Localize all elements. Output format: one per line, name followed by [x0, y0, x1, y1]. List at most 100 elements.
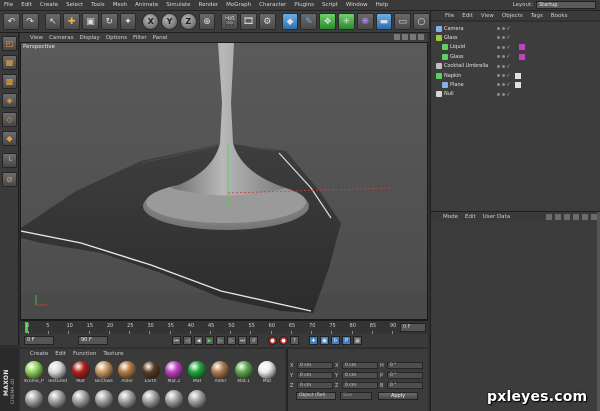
visibility-dot-icon[interactable] [502, 45, 505, 49]
live-selection-icon[interactable]: ↖ [44, 13, 62, 30]
move-view-icon[interactable] [394, 34, 400, 40]
menu-edit[interactable]: Edit [17, 2, 36, 8]
size-mode-select[interactable]: Size [340, 392, 372, 400]
material-swatch[interactable]: Krome_P [23, 360, 45, 385]
rotate-view-icon[interactable] [410, 34, 416, 40]
object-row[interactable]: Camera ✓ [431, 24, 600, 33]
object-row[interactable]: Null ✓ [431, 90, 600, 99]
visibility-dot-icon[interactable] [497, 64, 500, 68]
texture-tag-icon[interactable] [515, 72, 521, 79]
tweak-mode-icon[interactable]: ⊘ [2, 172, 17, 187]
point-level-icon[interactable]: ▦ [353, 336, 362, 345]
position-y-field[interactable]: 0 cm [297, 372, 333, 379]
x-axis-button[interactable]: X [142, 13, 160, 30]
go-to-start-button[interactable]: ⏮ [172, 336, 181, 345]
keyframe-selection-button[interactable]: ? [290, 336, 299, 345]
coordinate-mode-select[interactable]: Object (Rel) [296, 392, 336, 400]
visibility-dot-icon[interactable] [497, 92, 500, 96]
visibility-dot-icon[interactable] [502, 92, 505, 96]
autokey-button[interactable]: ● [279, 336, 288, 345]
use-model-mode-icon[interactable]: ◰ [2, 36, 17, 51]
recent-tool-icon[interactable]: ✦ [119, 13, 137, 30]
om-menu-objects[interactable]: Objects [502, 13, 523, 19]
menu-animate[interactable]: Animate [131, 2, 162, 8]
loop-button[interactable]: ↺ [249, 336, 258, 345]
enabled-check-icon[interactable]: ✓ [506, 81, 511, 88]
visibility-dot-icon[interactable] [502, 74, 505, 77]
viewport-menu-filter[interactable]: Filter [133, 35, 147, 41]
coordinate-system-icon[interactable]: ⊕ [198, 13, 216, 30]
material-tag-icon[interactable] [519, 44, 525, 51]
play-button[interactable]: ▶ [205, 336, 214, 345]
material-swatch[interactable]: Alder [116, 360, 138, 385]
light-icon[interactable]: ○ [413, 13, 430, 30]
visibility-dot-icon[interactable] [502, 36, 505, 40]
viewport[interactable]: Perspective [20, 42, 428, 320]
menu-mesh[interactable]: Mesh [109, 2, 131, 8]
enabled-check-icon[interactable]: ✓ [506, 25, 511, 32]
size-x-field[interactable]: 0 cm [342, 362, 378, 369]
menu-window[interactable]: Window [342, 2, 372, 8]
position-z-field[interactable]: 0 cm [297, 382, 333, 389]
search-icon[interactable] [573, 214, 579, 220]
material-swatch-partial[interactable] [163, 389, 185, 411]
object-row[interactable]: Plane ✓ [431, 80, 600, 89]
start-frame-field[interactable]: 0 F [24, 336, 54, 345]
visibility-dots[interactable] [497, 36, 505, 40]
deformer-icon[interactable]: ❋ [356, 13, 374, 30]
material-swatch-partial[interactable] [186, 389, 208, 411]
scale-icon[interactable]: ▣ [82, 13, 99, 30]
rotate-icon[interactable]: ↻ [100, 13, 118, 30]
enabled-check-icon[interactable]: ✓ [506, 53, 511, 60]
visibility-dot-icon[interactable] [497, 45, 500, 49]
enabled-check-icon[interactable]: ✓ [506, 34, 511, 41]
am-menu-mode[interactable]: Mode [443, 214, 458, 220]
menu-render[interactable]: Render [195, 2, 223, 8]
object-row[interactable]: Glass ✓ [431, 33, 600, 42]
apply-button[interactable]: Apply [378, 392, 418, 400]
rotation-key-icon[interactable]: ↻ [331, 336, 340, 345]
rotation-h-field[interactable]: 0 ° [387, 362, 423, 369]
visibility-dot-icon[interactable] [497, 55, 500, 59]
timeline[interactable]: 0 5 10 15 20 25 30 35 40 45 50 55 60 65 70 75 80 85 90 0 F [20, 320, 428, 334]
array-icon[interactable]: ✳ [338, 13, 355, 30]
material-swatch[interactable]: Mat [256, 360, 278, 385]
visibility-dots[interactable] [497, 55, 505, 59]
redo-button[interactable]: ↷ [21, 13, 39, 30]
zoom-view-icon[interactable] [402, 34, 408, 40]
material-swatch-partial[interactable] [93, 389, 115, 411]
current-frame-field[interactable]: 0 F [400, 323, 426, 332]
material-menu-function[interactable]: Function [73, 351, 96, 357]
lock-icon[interactable] [582, 214, 588, 220]
material-swatch[interactable]: Earth [140, 360, 162, 385]
om-menu-tags[interactable]: Tags [531, 13, 543, 19]
visibility-dots[interactable] [497, 64, 505, 68]
material-menu-edit[interactable]: Edit [55, 351, 66, 357]
scale-key-icon[interactable]: ▣ [320, 336, 329, 345]
material-swatch[interactable]: Textured [46, 360, 68, 385]
y-axis-button[interactable]: Y [161, 13, 178, 30]
object-row[interactable]: Glass ✓ [431, 52, 600, 61]
material-swatch[interactable]: Mat.1 [233, 360, 255, 385]
menu-help[interactable]: Help [372, 2, 393, 8]
menu-tools[interactable]: Tools [87, 2, 109, 8]
viewport-menu-cameras[interactable]: Cameras [49, 35, 73, 41]
size-y-field[interactable]: 0 cm [342, 372, 378, 379]
texture-tag-icon[interactable] [515, 81, 521, 88]
move-icon[interactable]: ✚ [63, 13, 81, 30]
am-menu-edit[interactable]: Edit [465, 214, 476, 220]
use-points-mode-icon[interactable]: ◈ [2, 93, 17, 108]
end-frame-field[interactable]: 90 F [78, 336, 108, 345]
enable-axis-icon[interactable]: └ [2, 153, 17, 168]
object-row[interactable]: Cocktail Umbrella ✓ [431, 62, 600, 71]
material-swatch[interactable]: Birchwe [93, 360, 115, 385]
material-swatch[interactable]: Mat [70, 360, 92, 385]
menu-create[interactable]: Create [36, 2, 62, 8]
subdivision-icon[interactable]: ❖ [319, 13, 337, 30]
next-key-button[interactable]: ▷ [227, 336, 236, 345]
record-button[interactable]: ● [268, 336, 277, 345]
use-polygons-mode-icon[interactable]: ◆ [2, 131, 17, 146]
material-swatch-partial[interactable] [140, 389, 162, 411]
om-menu-view[interactable]: View [481, 13, 494, 19]
previous-key-button[interactable]: ◁ [183, 336, 192, 345]
